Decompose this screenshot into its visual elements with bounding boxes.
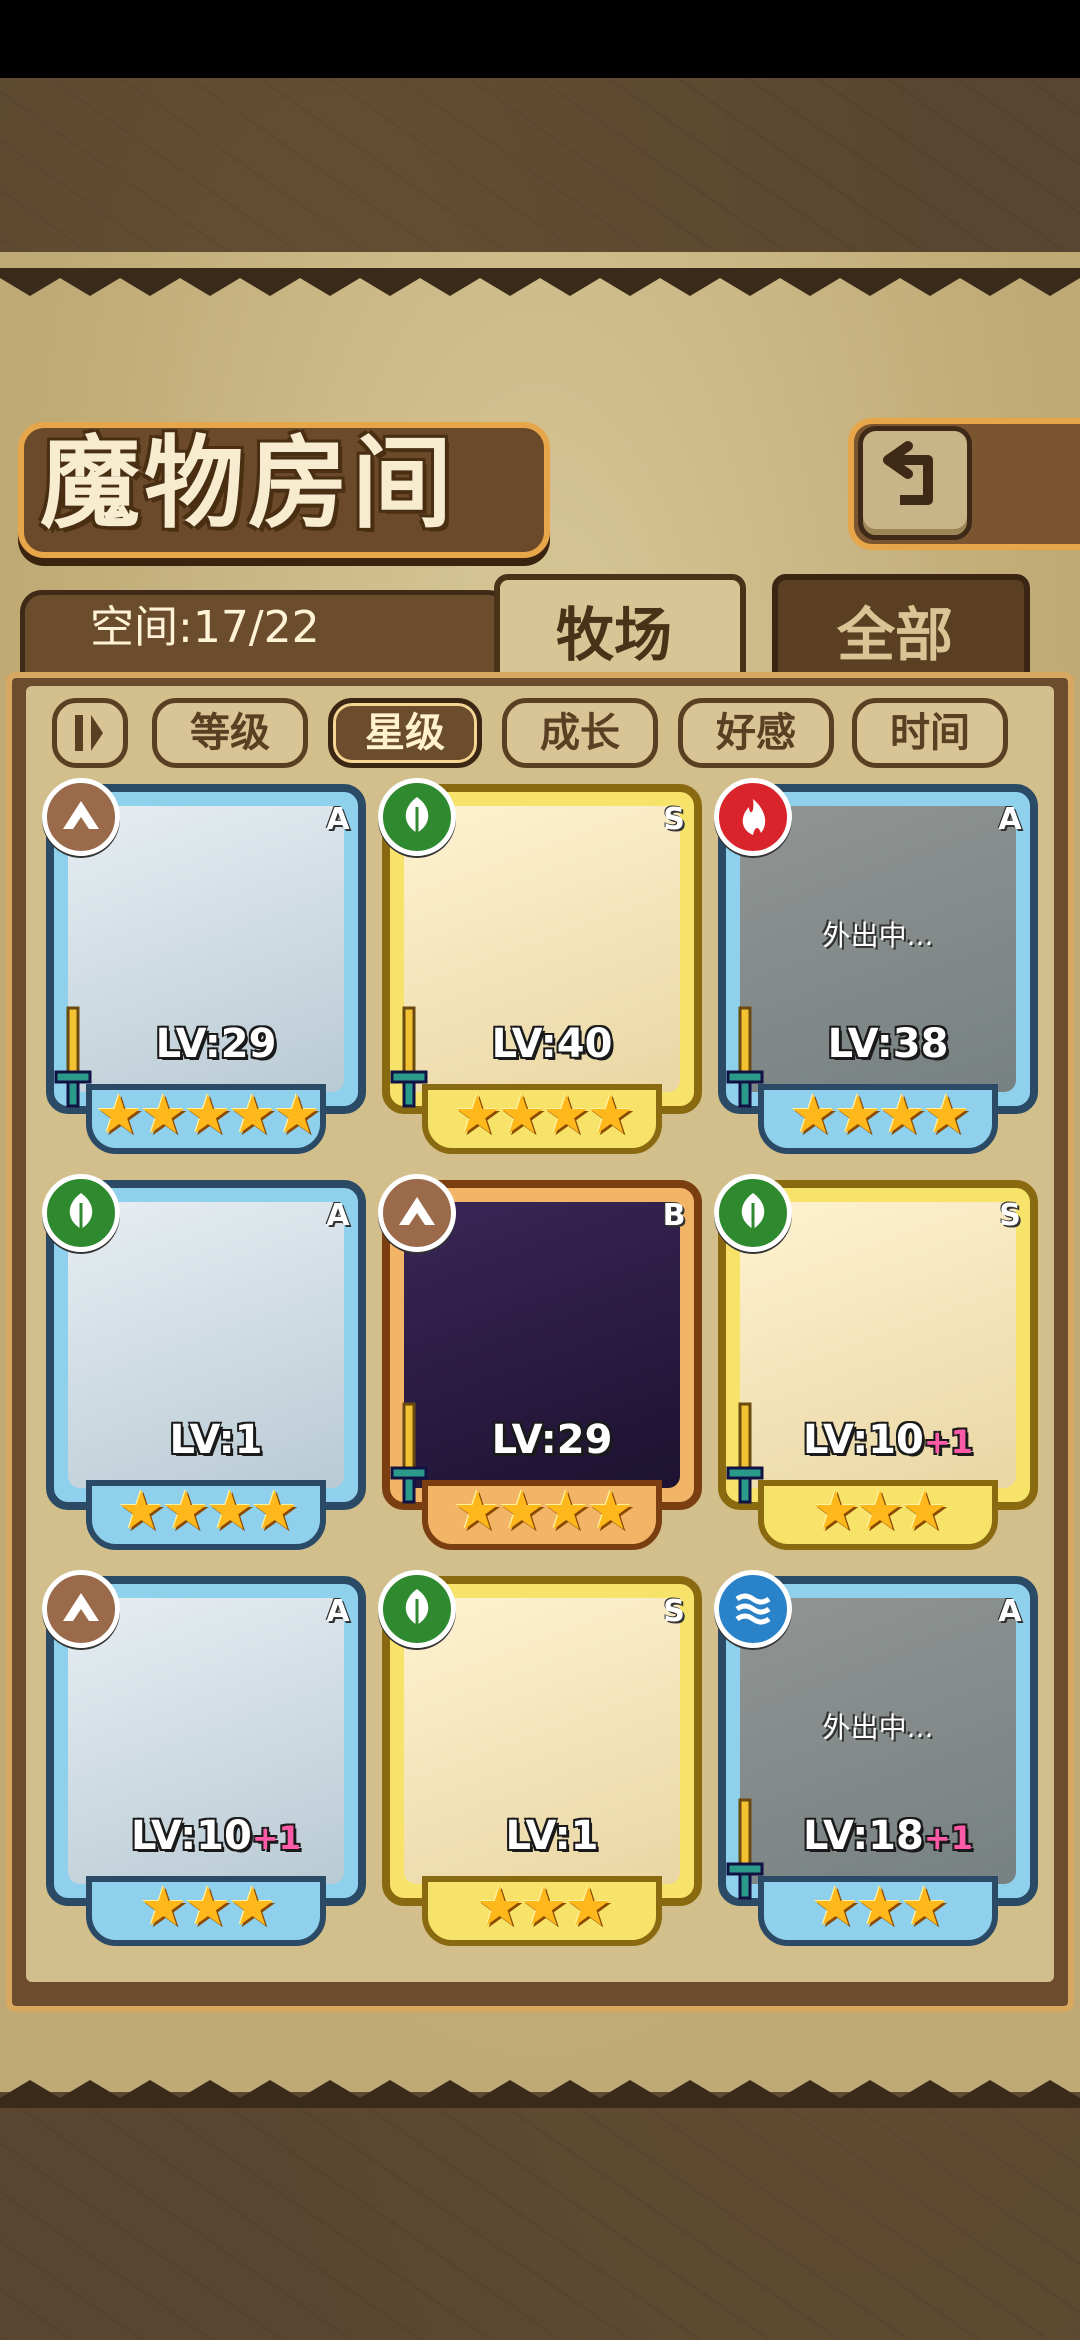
level-value: LV:1 xyxy=(169,1417,263,1463)
monster-card[interactable]: ★★★★ LV:40 S xyxy=(378,778,702,1154)
level-bonus: +1 xyxy=(923,1423,973,1461)
sword-icon xyxy=(722,1004,768,1114)
away-status: 外出中... xyxy=(822,919,934,952)
space-capacity: 空间:17/22 xyxy=(90,602,320,653)
monster-card[interactable]: ★★★ LV:10+1 S xyxy=(714,1174,1038,1550)
page-title: 魔物房间 xyxy=(40,424,456,542)
grade-badge: A xyxy=(326,802,350,837)
grade-badge: S xyxy=(663,802,685,837)
star-rating: ★★★ xyxy=(139,1875,276,1938)
level-bonus: +1 xyxy=(923,1819,973,1857)
monster-card[interactable]: ★★★★★ LV:29 A xyxy=(42,778,366,1154)
monster-card[interactable]: 外出中... ★★★ LV:18+1 A xyxy=(714,1570,1038,1946)
back-button[interactable] xyxy=(858,426,972,540)
monster-card[interactable]: 外出中... ★★★★ LV:38 A xyxy=(714,778,1038,1154)
return-arrow-icon xyxy=(883,441,933,505)
level-value: LV:1 xyxy=(505,1813,599,1859)
monster-level: LV:1 xyxy=(442,1808,662,1864)
sword-icon xyxy=(722,1796,768,1906)
monster-card[interactable]: ★★★ LV:10+1 A xyxy=(42,1570,366,1946)
earth-icon xyxy=(42,778,120,856)
leaf-icon xyxy=(42,1174,120,1252)
monster-card[interactable]: ★★★ LV:1 S xyxy=(378,1570,702,1946)
star-rating: ★★★ xyxy=(475,1875,612,1938)
away-status: 外出中... xyxy=(822,1711,934,1744)
star-rating: ★★★ xyxy=(811,1875,948,1938)
sort-level-button[interactable]: 等级 xyxy=(152,698,308,768)
zigzag-top-border xyxy=(0,268,1080,296)
level-value: LV:29 xyxy=(155,1021,277,1067)
monster-level: LV:18+1 xyxy=(778,1808,998,1864)
grade-badge: S xyxy=(999,1198,1021,1233)
grade-badge: A xyxy=(998,1594,1022,1629)
sort-affection-button[interactable]: 好感 xyxy=(678,698,834,768)
level-value: LV:18 xyxy=(803,1813,924,1859)
level-value: LV:40 xyxy=(491,1021,613,1067)
star-rating: ★★★★★ xyxy=(94,1083,321,1146)
leaf-icon xyxy=(378,1570,456,1648)
monster-card[interactable]: ★★★★ LV:1 A xyxy=(42,1174,366,1550)
monster-level: LV:38 xyxy=(778,1016,998,1072)
grade-badge: A xyxy=(326,1594,350,1629)
tab-all-label: 全部 xyxy=(836,601,953,669)
monster-card[interactable]: ★★★★ LV:29 B xyxy=(378,1174,702,1550)
monster-level: LV:1 xyxy=(106,1412,326,1468)
grade-badge: B xyxy=(662,1198,686,1233)
sword-icon xyxy=(50,1004,96,1114)
sword-icon xyxy=(722,1400,768,1510)
monster-level: LV:40 xyxy=(442,1016,662,1072)
earth-icon xyxy=(378,1174,456,1252)
level-value: LV:29 xyxy=(491,1417,613,1463)
monster-level: LV:29 xyxy=(442,1412,662,1468)
sword-icon xyxy=(386,1004,432,1114)
sword-icon xyxy=(386,1400,432,1510)
tab-ranch-label: 牧场 xyxy=(555,601,672,669)
level-bonus: +1 xyxy=(251,1819,301,1857)
water-icon xyxy=(714,1570,792,1648)
star-rating: ★★★★ xyxy=(453,1083,635,1146)
sort-time-button[interactable]: 时间 xyxy=(852,698,1008,768)
zigzag-bottom-border xyxy=(0,2080,1080,2108)
earth-icon xyxy=(42,1570,120,1648)
level-value: LV:10 xyxy=(131,1813,252,1859)
star-rating: ★★★★ xyxy=(789,1083,971,1146)
level-value: LV:38 xyxy=(827,1021,949,1067)
monster-level: LV:10+1 xyxy=(778,1412,998,1468)
sort-order-toggle[interactable] xyxy=(52,698,128,768)
grade-badge: S xyxy=(663,1594,685,1629)
sort-order-icon xyxy=(75,715,103,751)
monster-level: LV:10+1 xyxy=(106,1808,326,1864)
star-rating: ★★★★ xyxy=(453,1479,635,1542)
level-value: LV:10 xyxy=(803,1417,924,1463)
fire-icon xyxy=(714,778,792,856)
grade-badge: A xyxy=(326,1198,350,1233)
sort-growth-button[interactable]: 成长 xyxy=(502,698,658,768)
leaf-icon xyxy=(378,778,456,856)
sort-stars-button[interactable]: 星级 xyxy=(328,698,482,768)
grade-badge: A xyxy=(998,802,1022,837)
monster-level: LV:29 xyxy=(106,1016,326,1072)
star-rating: ★★★ xyxy=(811,1479,948,1542)
leaf-icon xyxy=(714,1174,792,1252)
star-rating: ★★★★ xyxy=(117,1479,299,1542)
status-bar xyxy=(0,0,1080,78)
